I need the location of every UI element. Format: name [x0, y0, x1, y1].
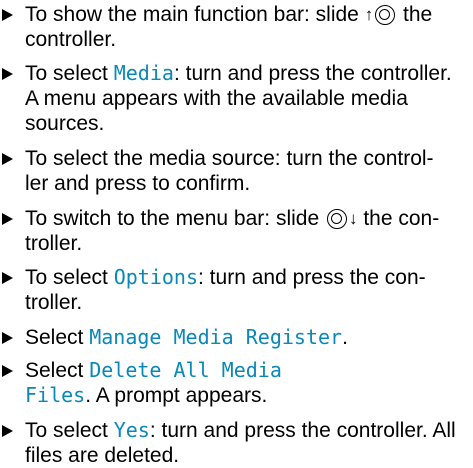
step-select-media: To select Media: turn and press the cont…: [2, 61, 470, 137]
ui-term-media: Media: [113, 61, 174, 85]
step-text: Select Delete All Media Files. A prompt …: [25, 358, 282, 407]
ui-term-yes: Yes: [113, 418, 150, 442]
step-select-delete-all-media-files: Select Delete All Media Files. A prompt …: [2, 358, 470, 408]
step-text: To show the main function bar: slide ↑ t…: [25, 3, 433, 51]
slide-up-arrow-icon: ↑: [364, 5, 374, 24]
step-select-manage-media-register: Select Manage Media Register.: [2, 325, 470, 350]
bullet-triangle-icon: [2, 213, 13, 225]
bullet-triangle-icon: [2, 272, 13, 284]
step-select-yes: To select Yes: turn and press the contro…: [2, 418, 470, 468]
bullet-triangle-icon: [2, 153, 13, 165]
step-select-options: To select Options: turn and press the co…: [2, 265, 470, 315]
controller-icon: [326, 209, 347, 229]
step-text: Select Manage Media Register.: [25, 325, 348, 349]
step-select-media-source: To select the media source: turn the con…: [2, 146, 470, 196]
bullet-triangle-icon: [2, 332, 13, 344]
bullet-triangle-icon: [2, 365, 13, 377]
bullet-triangle-icon: [2, 68, 13, 80]
step-text: To select the media source: turn the con…: [25, 147, 434, 195]
bullet-triangle-icon: [2, 9, 13, 21]
step-text: To switch to the menu bar: slide ↓ the c…: [25, 207, 440, 255]
controller-icon: [375, 5, 396, 25]
step-show-main-function-bar: To show the main function bar: slide ↑ t…: [2, 2, 470, 52]
ui-term-manage-media-register: Manage Media Register: [89, 325, 343, 349]
bullet-triangle-icon: [2, 425, 13, 437]
step-switch-to-menu-bar: To switch to the menu bar: slide ↓ the c…: [2, 206, 470, 256]
ui-term-options: Options: [113, 265, 199, 289]
step-text: To select Yes: turn and press the contro…: [25, 418, 456, 467]
step-text: To select Media: turn and press the cont…: [25, 61, 452, 135]
step-text: To select Options: turn and press the co…: [25, 265, 426, 314]
